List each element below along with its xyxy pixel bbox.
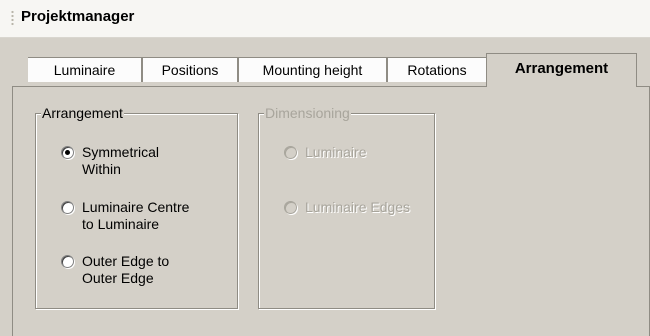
- radio-label: Outer Edge to Outer Edge: [82, 253, 170, 286]
- radio-dim-luminaire-edges: Luminaire Edges: [284, 199, 410, 216]
- title-bar: Projektmanager: [0, 0, 650, 38]
- radio-label: Luminaire Edges: [305, 199, 411, 215]
- window-title: Projektmanager: [21, 8, 135, 25]
- drag-grip-icon[interactable]: [11, 10, 14, 27]
- arrangement-groupbox: Arrangement Symmetrical Within Luminaire…: [35, 105, 238, 309]
- arrangement-group-label: Arrangement: [41, 105, 124, 121]
- tab-luminaire[interactable]: Luminaire: [28, 57, 142, 82]
- tab-mounting-height[interactable]: Mounting height: [238, 57, 387, 82]
- radio-label: Luminaire Centre to Luminaire: [82, 199, 190, 232]
- radio-button-icon[interactable]: [61, 255, 74, 268]
- radio-luminaire-centre[interactable]: Luminaire Centre to Luminaire: [61, 199, 189, 233]
- dimensioning-group-label: Dimensioning: [264, 105, 351, 121]
- radio-label: Symmetrical Within: [82, 144, 160, 177]
- radio-label: Luminaire: [305, 144, 367, 160]
- radio-symmetrical-within[interactable]: Symmetrical Within: [61, 144, 159, 178]
- radio-button-checked-icon[interactable]: [61, 146, 74, 159]
- radio-button-icon[interactable]: [61, 201, 74, 214]
- radio-button-disabled-icon: [284, 146, 297, 159]
- tab-positions[interactable]: Positions: [142, 57, 238, 82]
- tab-strip: Luminaire Positions Mounting height Rota…: [12, 52, 650, 87]
- tab-rotations[interactable]: Rotations: [387, 57, 487, 82]
- radio-outer-edge[interactable]: Outer Edge to Outer Edge: [61, 253, 169, 287]
- radio-dim-luminaire: Luminaire: [284, 144, 366, 161]
- tab-arrangement[interactable]: Arrangement: [486, 53, 637, 87]
- dimensioning-groupbox: Dimensioning Luminaire Luminaire Edges: [258, 105, 435, 309]
- radio-button-disabled-icon: [284, 201, 297, 214]
- panel-border-left: [12, 86, 13, 336]
